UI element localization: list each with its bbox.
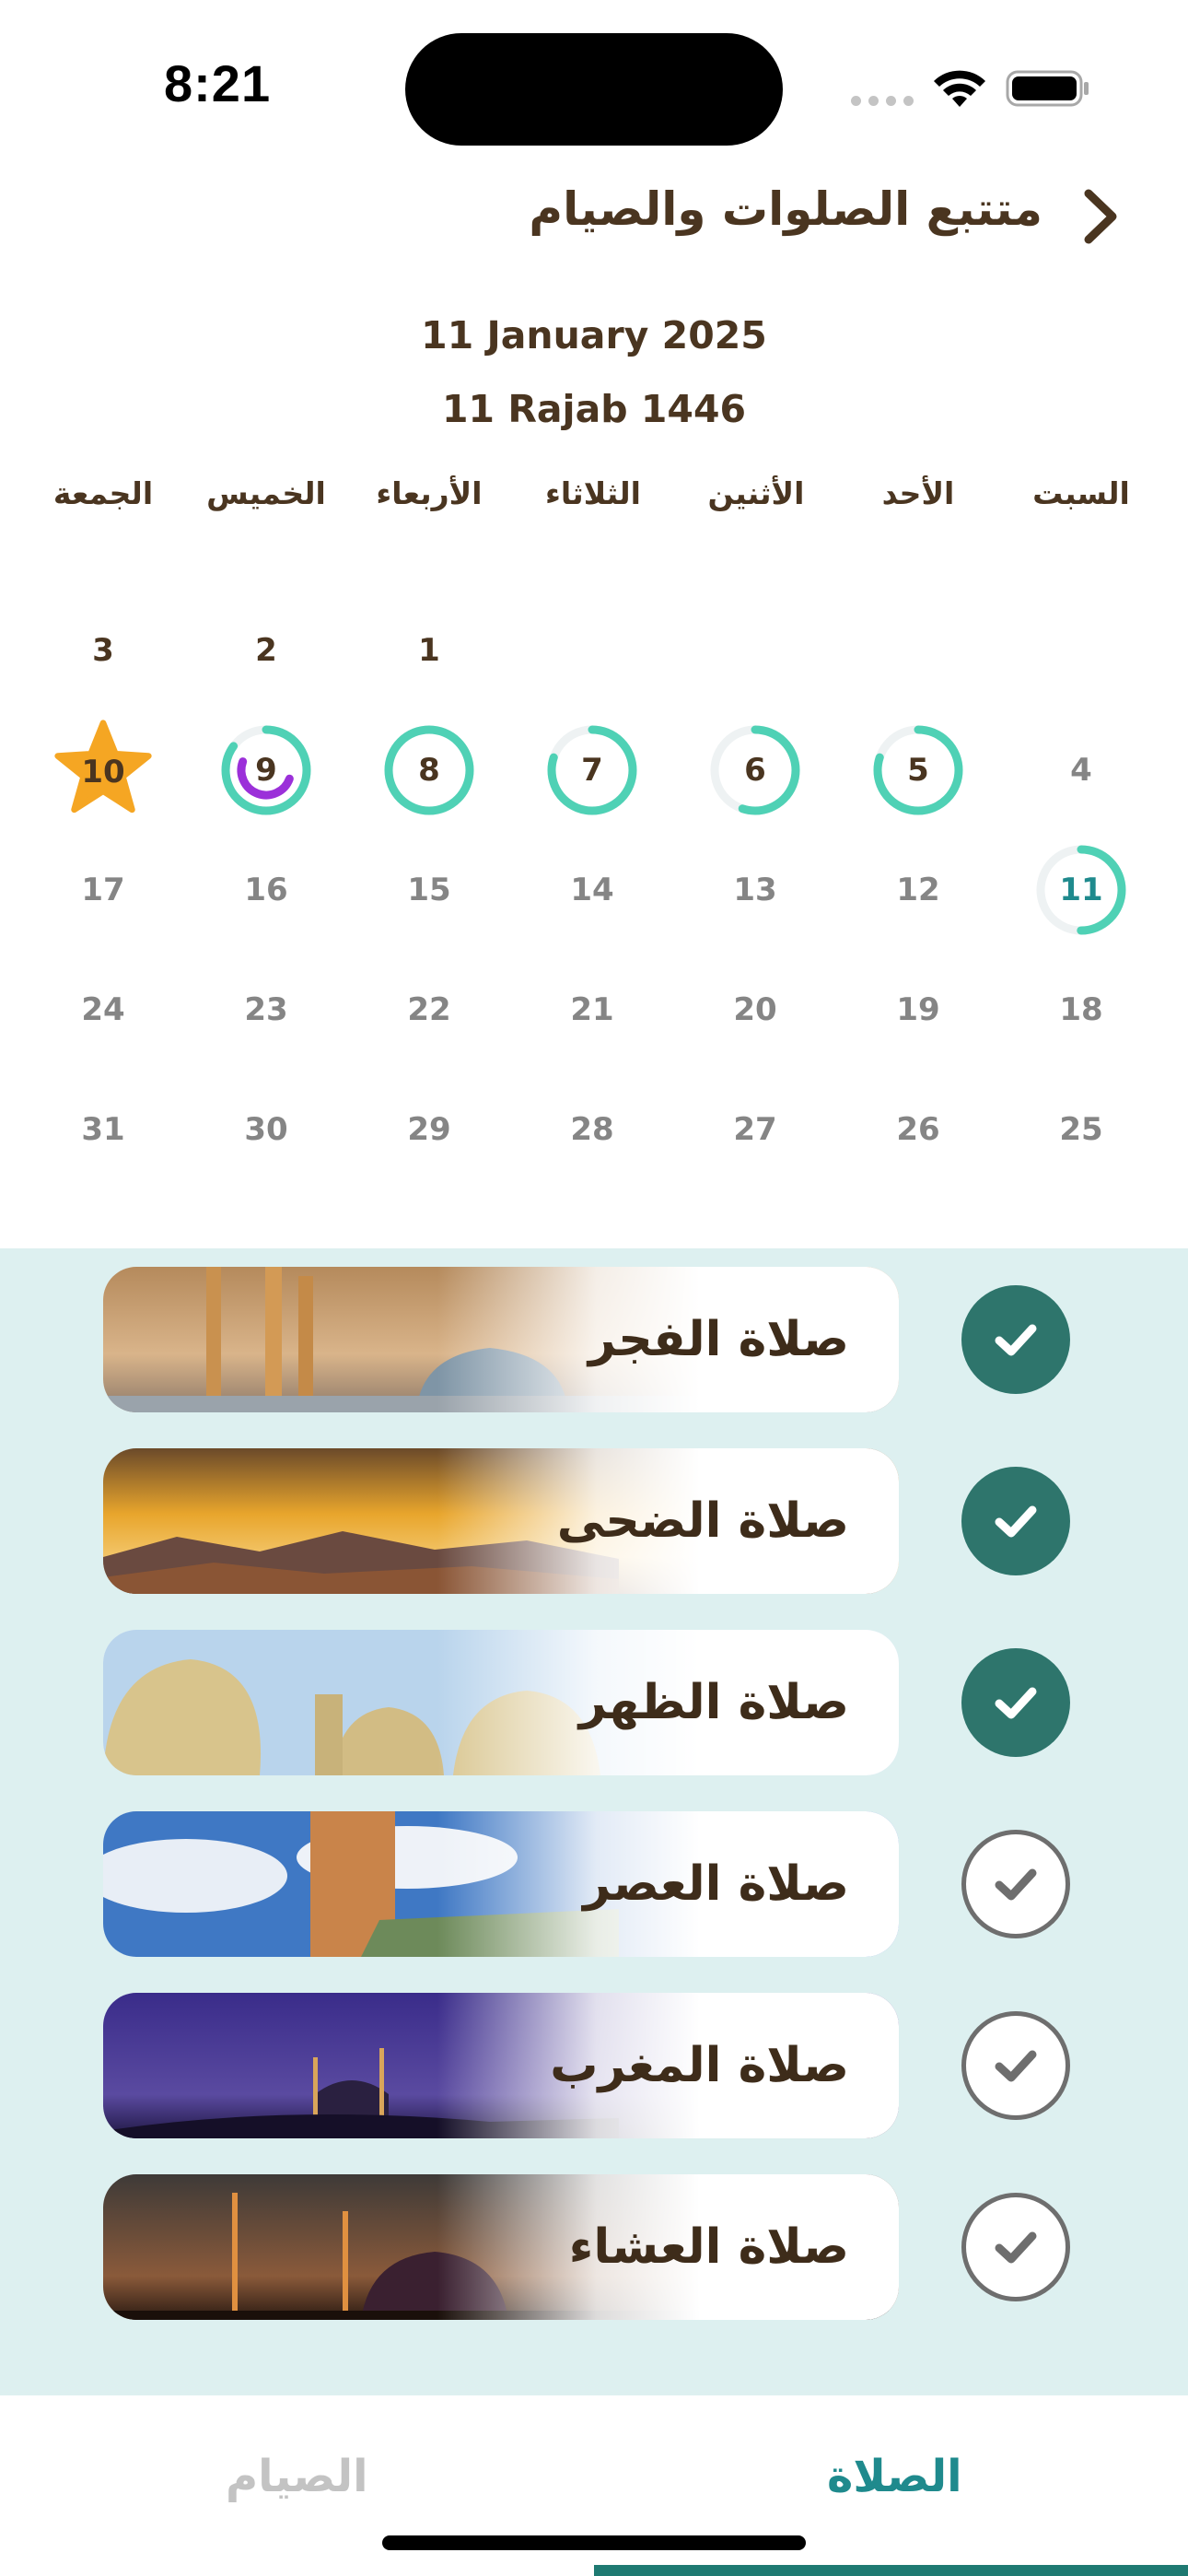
day-number: 25 (1059, 1111, 1103, 1148)
calendar-day-4[interactable]: 4 (1026, 715, 1136, 825)
prayer-check-dhuhr[interactable] (961, 1648, 1070, 1757)
tab-prayer[interactable]: الصلاة (827, 2451, 962, 2502)
day-number: 18 (1059, 991, 1103, 1028)
day-number: 30 (244, 1111, 288, 1148)
calendar-day-7[interactable]: 7 (537, 715, 647, 825)
checkmark-icon (995, 1687, 1037, 1719)
day-number: 21 (570, 991, 614, 1028)
calendar-day-3[interactable]: 3 (48, 595, 158, 706)
day-number: 3 (92, 632, 114, 669)
checkmark-icon (995, 1868, 1037, 1901)
day-number: 19 (896, 991, 940, 1028)
prayer-card-asr[interactable]: صلاة العصر (103, 1811, 899, 1957)
calendar-day-22[interactable]: 22 (374, 954, 484, 1065)
day-number: 23 (244, 991, 288, 1028)
tab-fasting[interactable]: الصيام (226, 2451, 368, 2502)
calendar-day-25[interactable]: 25 (1026, 1074, 1136, 1185)
day-number: 13 (733, 872, 777, 908)
month-calendar: 1 2 3 4 5 6 7 8 9 10 11 12 13 14 15 16 17 18 19 20 21 22 23 24 2… (0, 0, 1188, 1198)
prayer-name: صلاة العشاء (568, 2219, 849, 2275)
calendar-day-20[interactable]: 20 (700, 954, 810, 1065)
prayer-check-fajr[interactable] (961, 1285, 1070, 1394)
day-number: 27 (733, 1111, 777, 1148)
calendar-day-14[interactable]: 14 (537, 835, 647, 945)
day-number: 17 (81, 872, 125, 908)
calendar-day-19[interactable]: 19 (863, 954, 973, 1065)
calendar-day-8[interactable]: 8 (374, 715, 484, 825)
checkmark-icon (995, 1505, 1037, 1538)
calendar-day-17[interactable]: 17 (48, 835, 158, 945)
calendar-day-23[interactable]: 23 (211, 954, 321, 1065)
prayer-list-panel: صلاة الفجر صلاة الضحى صلاة الظهر صلاة ال… (0, 1248, 1188, 2395)
prayer-card-dhuhr[interactable]: صلاة الظهر (103, 1630, 899, 1775)
prayer-name: صلاة الفجر (588, 1312, 849, 1367)
day-number: 22 (407, 991, 451, 1028)
prayer-name: صلاة الظهر (578, 1675, 849, 1730)
prayer-card-fajr[interactable]: صلاة الفجر (103, 1267, 899, 1412)
prayer-check-asr[interactable] (961, 1830, 1070, 1938)
calendar-day-1[interactable]: 1 (374, 595, 484, 706)
calendar-day-18[interactable]: 18 (1026, 954, 1136, 1065)
calendar-day-26[interactable]: 26 (863, 1074, 973, 1185)
checkmark-icon (995, 1324, 1037, 1356)
calendar-day-15[interactable]: 15 (374, 835, 484, 945)
prayer-name: صلاة العصر (583, 1856, 849, 1912)
home-indicator[interactable] (382, 2535, 806, 2550)
calendar-day-30[interactable]: 30 (211, 1074, 321, 1185)
prayer-card-maghrib[interactable]: صلاة المغرب (103, 1993, 899, 2138)
calendar-day-31[interactable]: 31 (48, 1074, 158, 1185)
day-number: 8 (418, 752, 440, 789)
day-number: 4 (1070, 752, 1092, 789)
prayer-check-duha[interactable] (961, 1467, 1070, 1575)
day-number: 26 (896, 1111, 940, 1148)
day-number: 14 (570, 872, 614, 908)
day-number: 11 (1059, 872, 1103, 908)
calendar-day-5[interactable]: 5 (863, 715, 973, 825)
day-number: 1 (418, 632, 440, 669)
day-number: 2 (255, 632, 277, 669)
calendar-day-12[interactable]: 12 (863, 835, 973, 945)
prayer-name: صلاة الضحى (556, 1493, 849, 1549)
checkmark-icon (995, 2050, 1037, 2082)
calendar-day-28[interactable]: 28 (537, 1074, 647, 1185)
calendar-day-16[interactable]: 16 (211, 835, 321, 945)
day-number: 9 (255, 752, 277, 789)
calendar-day-11[interactable]: 11 (1026, 835, 1136, 945)
day-number: 28 (570, 1111, 614, 1148)
day-number: 16 (244, 872, 288, 908)
day-number: 31 (81, 1111, 125, 1148)
calendar-day-27[interactable]: 27 (700, 1074, 810, 1185)
prayer-check-maghrib[interactable] (961, 2011, 1070, 2120)
calendar-day-9[interactable]: 9 (211, 715, 321, 825)
day-number: 29 (407, 1111, 451, 1148)
prayer-name: صلاة المغرب (550, 2038, 849, 2093)
calendar-day-24[interactable]: 24 (48, 954, 158, 1065)
day-number: 12 (896, 872, 940, 908)
day-number: 24 (81, 991, 125, 1028)
checkmark-icon (995, 2231, 1037, 2264)
day-number: 15 (407, 872, 451, 908)
calendar-day-29[interactable]: 29 (374, 1074, 484, 1185)
calendar-day-13[interactable]: 13 (700, 835, 810, 945)
active-tab-indicator (594, 2565, 1188, 2576)
day-number: 6 (744, 752, 766, 789)
prayer-card-duha[interactable]: صلاة الضحى (103, 1448, 899, 1594)
prayer-check-isha[interactable] (961, 2193, 1070, 2301)
prayer-card-isha[interactable]: صلاة العشاء (103, 2174, 899, 2320)
calendar-day-6[interactable]: 6 (700, 715, 810, 825)
day-number: 7 (581, 752, 603, 789)
day-number: 5 (907, 752, 929, 789)
calendar-day-2[interactable]: 2 (211, 595, 321, 706)
calendar-day-10[interactable]: 10 (48, 715, 158, 825)
calendar-day-21[interactable]: 21 (537, 954, 647, 1065)
day-number: 20 (733, 991, 777, 1028)
day-number: 10 (81, 754, 125, 790)
